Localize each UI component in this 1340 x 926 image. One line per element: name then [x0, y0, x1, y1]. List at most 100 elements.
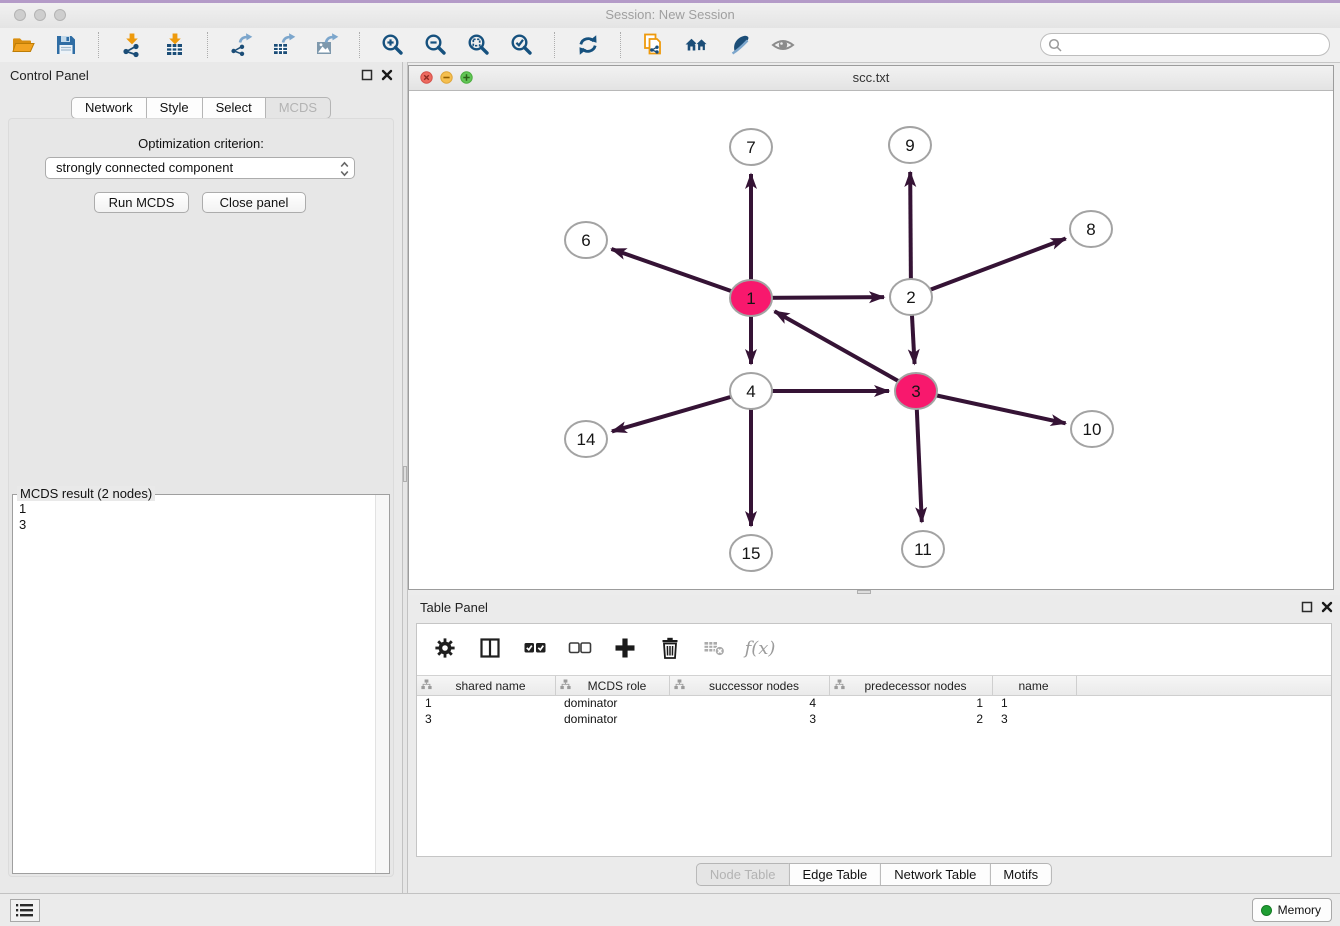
table-body: 1dominator4113dominator323	[417, 695, 1331, 727]
tab-motifs[interactable]: Motifs	[989, 863, 1052, 886]
node-label: 1	[746, 289, 755, 308]
float-panel-icon[interactable]	[360, 68, 374, 82]
table-cell[interactable]: 1	[830, 695, 993, 711]
table-cell[interactable]: dominator	[556, 695, 670, 711]
graph-node-3[interactable]: 3	[895, 373, 937, 409]
table-cell[interactable]: 3	[670, 711, 830, 727]
zoom-in-icon[interactable]	[380, 32, 406, 58]
graph-node-1[interactable]: 1	[730, 280, 772, 316]
clone-network-icon[interactable]	[641, 32, 667, 58]
tab-network-table[interactable]: Network Table	[880, 863, 989, 886]
table-cell[interactable]: 1	[417, 695, 556, 711]
graph-node-10[interactable]: 10	[1071, 411, 1113, 447]
table-cell[interactable]: 3	[417, 711, 556, 727]
graph-edge-3-10[interactable]	[916, 391, 1066, 423]
memory-button[interactable]: Memory	[1252, 898, 1332, 922]
column-header-shared-name[interactable]: shared name	[417, 676, 556, 695]
search-input[interactable]	[1067, 35, 1326, 56]
mcds-result-list[interactable]: 13	[13, 498, 375, 873]
graph-node-15[interactable]: 15	[730, 535, 772, 571]
task-history-button[interactable]	[10, 899, 40, 922]
tab-node-table[interactable]: Node Table	[696, 863, 789, 886]
import-table-icon[interactable]	[162, 32, 188, 58]
graph-node-8[interactable]: 8	[1070, 211, 1112, 247]
column-header-predecessor-nodes[interactable]: predecessor nodes	[830, 676, 993, 695]
search-icon	[1048, 38, 1063, 53]
node-label: 10	[1083, 420, 1102, 439]
close-panel-button[interactable]: Close panel	[202, 192, 306, 213]
node-label: 8	[1086, 220, 1095, 239]
export-table-icon[interactable]	[271, 32, 297, 58]
toolbar-separator	[554, 32, 556, 58]
table-cell[interactable]: 2	[830, 711, 993, 727]
table-cell[interactable]: 4	[670, 695, 830, 711]
graph-node-4[interactable]: 4	[730, 373, 772, 409]
graph-edge-2-8[interactable]	[911, 239, 1066, 297]
table-row: 3dominator323	[417, 711, 1331, 727]
tab-style[interactable]: Style	[146, 97, 202, 119]
tab-edge-table[interactable]: Edge Table	[788, 863, 880, 886]
table-settings-gear-icon[interactable]	[433, 636, 457, 660]
apply-layout-icon[interactable]	[575, 32, 601, 58]
column-header-MCDS-role[interactable]: MCDS role	[556, 676, 670, 695]
graph-edge-3-1[interactable]	[775, 311, 916, 391]
zoom-fit-icon[interactable]	[466, 32, 492, 58]
status-bar: Memory	[0, 893, 1340, 926]
table-cell[interactable]: 3	[993, 711, 1077, 727]
network-frame-titlebar[interactable]: scc.txt	[409, 66, 1333, 91]
graph-edge-1-6[interactable]	[611, 249, 751, 298]
graph-node-11[interactable]: 11	[902, 531, 944, 567]
column-type-icon	[834, 679, 845, 693]
splitter-grip[interactable]	[403, 466, 407, 482]
save-session-icon[interactable]	[53, 32, 79, 58]
result-scrollbar[interactable]	[375, 495, 389, 873]
run-mcds-button[interactable]: Run MCDS	[94, 192, 189, 213]
unselect-all-columns-icon[interactable]	[568, 636, 592, 660]
network-canvas[interactable]: 7 9 6 8 1 2 4 3 14 10 15 11	[409, 90, 1333, 589]
graph-node-9[interactable]: 9	[889, 127, 931, 163]
column-label: shared name	[432, 679, 555, 693]
zoom-out-icon[interactable]	[423, 32, 449, 58]
tab-mcds[interactable]: MCDS	[265, 97, 331, 119]
tab-select[interactable]: Select	[202, 97, 265, 119]
float-panel-icon[interactable]	[1300, 600, 1314, 614]
graph-edge-3-11[interactable]	[916, 391, 922, 522]
delete-column-icon[interactable]	[658, 636, 682, 660]
criterion-select[interactable]: strongly connected component	[45, 157, 355, 179]
column-header-successor-nodes[interactable]: successor nodes	[670, 676, 830, 695]
close-panel-icon[interactable]	[1320, 600, 1334, 614]
splitter-grip[interactable]	[857, 590, 871, 594]
titlebar: Session: New Session	[0, 3, 1340, 29]
show-details-eye-icon[interactable]	[770, 32, 796, 58]
export-network-icon[interactable]	[228, 32, 254, 58]
column-header-name[interactable]: name	[993, 676, 1077, 695]
add-column-icon[interactable]	[613, 636, 637, 660]
tab-network[interactable]: Network	[71, 97, 146, 119]
node-label: 4	[746, 382, 755, 401]
network-view-frame: scc.txt 7 9 6 8 1 2 4 3 14 10 15 11	[408, 65, 1334, 590]
delete-table-icon	[703, 636, 727, 660]
zoom-selected-icon[interactable]	[509, 32, 535, 58]
criterion-select-value: strongly connected component	[56, 160, 233, 175]
show-columns-icon[interactable]	[478, 636, 502, 660]
graph-node-6[interactable]: 6	[565, 222, 607, 258]
control-panel-title: Control Panel	[10, 68, 89, 83]
export-image-icon[interactable]	[314, 32, 340, 58]
import-network-icon[interactable]	[119, 32, 145, 58]
graph-node-2[interactable]: 2	[890, 279, 932, 315]
open-session-icon[interactable]	[10, 32, 36, 58]
table-cell[interactable]: dominator	[556, 711, 670, 727]
home-layout-icon[interactable]	[684, 32, 710, 58]
graph-node-14[interactable]: 14	[565, 421, 607, 457]
close-panel-icon[interactable]	[380, 68, 394, 82]
node-label: 6	[581, 231, 590, 250]
table-cell[interactable]: 1	[993, 695, 1077, 711]
column-label: name	[997, 679, 1076, 693]
graph-node-7[interactable]: 7	[730, 129, 772, 165]
network-frame-title: scc.txt	[409, 70, 1333, 85]
column-type-icon	[674, 679, 685, 693]
select-all-columns-icon[interactable]	[523, 636, 547, 660]
column-label: successor nodes	[685, 679, 829, 693]
node-label: 14	[577, 430, 596, 449]
style-brush-icon[interactable]	[727, 32, 753, 58]
